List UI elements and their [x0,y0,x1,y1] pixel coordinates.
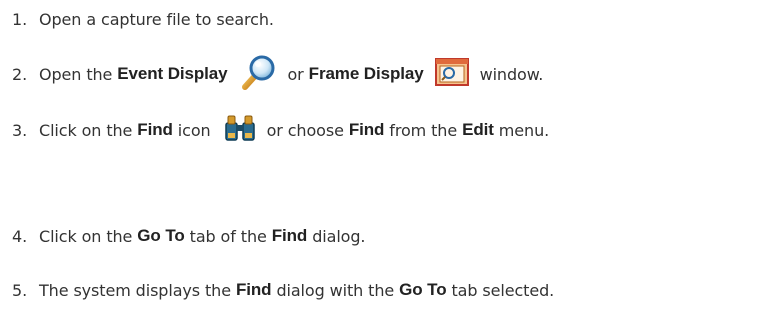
step-4: 4. Click on the Go To tab of the Find di… [12,226,366,246]
dialog-with-the-text: dialog with the [276,280,395,300]
menu-text: menu. [498,120,550,140]
edit-menu-label: Edit [462,120,494,139]
step-3: 3. Click on the Find icon or choose Find… [12,113,549,147]
step-text-click-on-the: Click on the [39,120,133,140]
step-text-system-displays: The system displays the [39,280,231,300]
frame-display-icon [434,56,470,92]
step-number: 1. [12,10,28,29]
step-number: 2. [12,64,28,84]
step-number: 3. [12,120,28,140]
step-number: 4. [12,226,28,246]
step-number: 5. [12,280,28,300]
step-5: 5. The system displays the Find dialog w… [12,280,554,300]
event-display-label: Event Display [117,64,228,83]
or-choose-text: or choose [266,120,344,140]
window-text: window. [479,64,544,84]
frame-display-label: Frame Display [308,64,424,83]
icon-text: icon [177,120,211,140]
go-to-tab-label: Go To [399,280,447,299]
step-text-click-on-the: Click on the [39,226,133,246]
find-label: Find [137,120,173,139]
find-dialog-label: Find [235,280,272,299]
step-1: 1. Open a capture file to search. [12,10,274,29]
or-text: or [287,64,304,84]
tab-of-the-text: tab of the [189,226,267,246]
binoculars-icon [223,113,257,147]
from-the-text: from the [389,120,458,140]
dialog-text: dialog. [312,226,366,246]
step-text: Open a capture file to search. [39,10,274,29]
step-2: 2. Open the Event Display or Frame Displ… [12,54,543,94]
find-menu-label: Find [348,120,385,139]
go-to-label: Go To [137,226,185,245]
magnifier-icon [241,54,277,94]
find-dialog-label: Find [271,226,308,245]
step-text-open-the: Open the [39,64,113,84]
tab-selected-text: tab selected. [451,280,555,300]
